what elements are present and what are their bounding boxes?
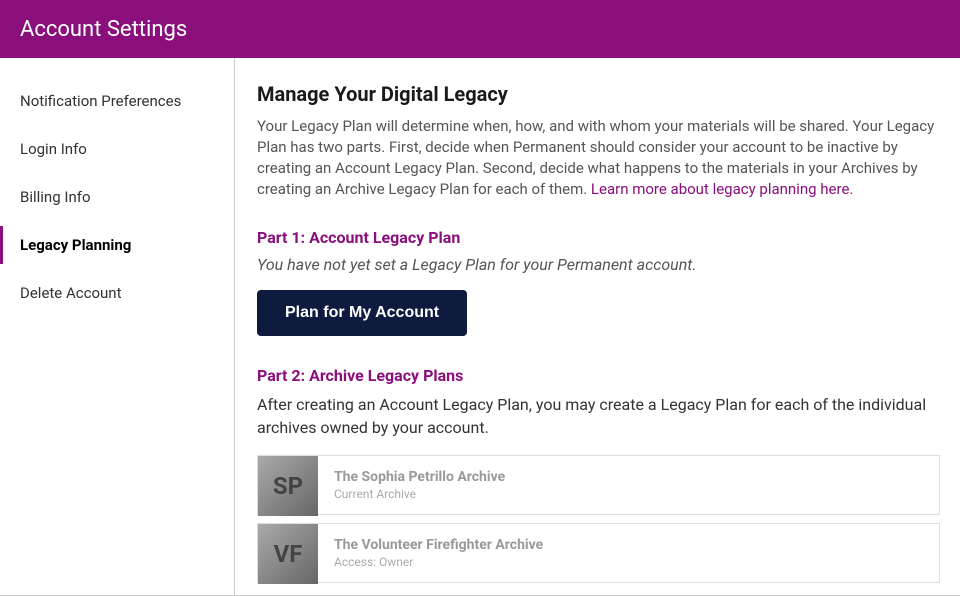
sidebar-item-label: Legacy Planning xyxy=(20,236,131,254)
archive-list: SP The Sophia Petrillo Archive Current A… xyxy=(257,455,940,583)
archive-thumbnail: SP xyxy=(258,456,318,516)
archive-item[interactable]: SP The Sophia Petrillo Archive Current A… xyxy=(257,455,940,515)
archive-title: The Sophia Petrillo Archive xyxy=(334,469,505,485)
page-header-title: Account Settings xyxy=(20,17,187,42)
plan-for-my-account-button[interactable]: Plan for My Account xyxy=(257,290,467,336)
sidebar-item-label: Notification Preferences xyxy=(20,92,181,110)
part2-heading: Part 2: Archive Legacy Plans xyxy=(257,366,940,385)
sidebar-item-legacy-planning[interactable]: Legacy Planning xyxy=(0,226,234,264)
learn-more-link[interactable]: Learn more about legacy planning here. xyxy=(591,180,853,198)
sidebar-item-label: Login Info xyxy=(20,140,87,158)
part2-subtext: After creating an Account Legacy Plan, y… xyxy=(257,393,940,439)
archive-subtitle: Current Archive xyxy=(334,487,505,501)
archive-info: The Volunteer Firefighter Archive Access… xyxy=(318,524,559,582)
archive-info: The Sophia Petrillo Archive Current Arch… xyxy=(318,456,521,514)
main-content: Manage Your Digital Legacy Your Legacy P… xyxy=(235,58,960,596)
sidebar-item-billing-info[interactable]: Billing Info xyxy=(0,178,234,216)
archive-thumbnail: VF xyxy=(258,524,318,584)
sidebar: Notification Preferences Login Info Bill… xyxy=(0,58,235,596)
sidebar-item-delete-account[interactable]: Delete Account xyxy=(0,274,234,312)
sidebar-item-login-info[interactable]: Login Info xyxy=(0,130,234,168)
archive-title: The Volunteer Firefighter Archive xyxy=(334,537,543,553)
sidebar-item-notification-preferences[interactable]: Notification Preferences xyxy=(0,82,234,120)
page-description: Your Legacy Plan will determine when, ho… xyxy=(257,116,940,200)
sidebar-item-label: Billing Info xyxy=(20,188,91,206)
header: Account Settings xyxy=(0,0,960,58)
archive-item[interactable]: VF The Volunteer Firefighter Archive Acc… xyxy=(257,523,940,583)
part1-subtext: You have not yet set a Legacy Plan for y… xyxy=(257,255,940,274)
page-title: Manage Your Digital Legacy xyxy=(257,82,940,106)
sidebar-item-label: Delete Account xyxy=(20,284,121,302)
archive-initials: VF xyxy=(274,540,303,568)
content-container: Notification Preferences Login Info Bill… xyxy=(0,58,960,596)
archive-subtitle: Access: Owner xyxy=(334,555,543,569)
archive-initials: SP xyxy=(273,472,303,500)
part1-heading: Part 1: Account Legacy Plan xyxy=(257,228,940,247)
